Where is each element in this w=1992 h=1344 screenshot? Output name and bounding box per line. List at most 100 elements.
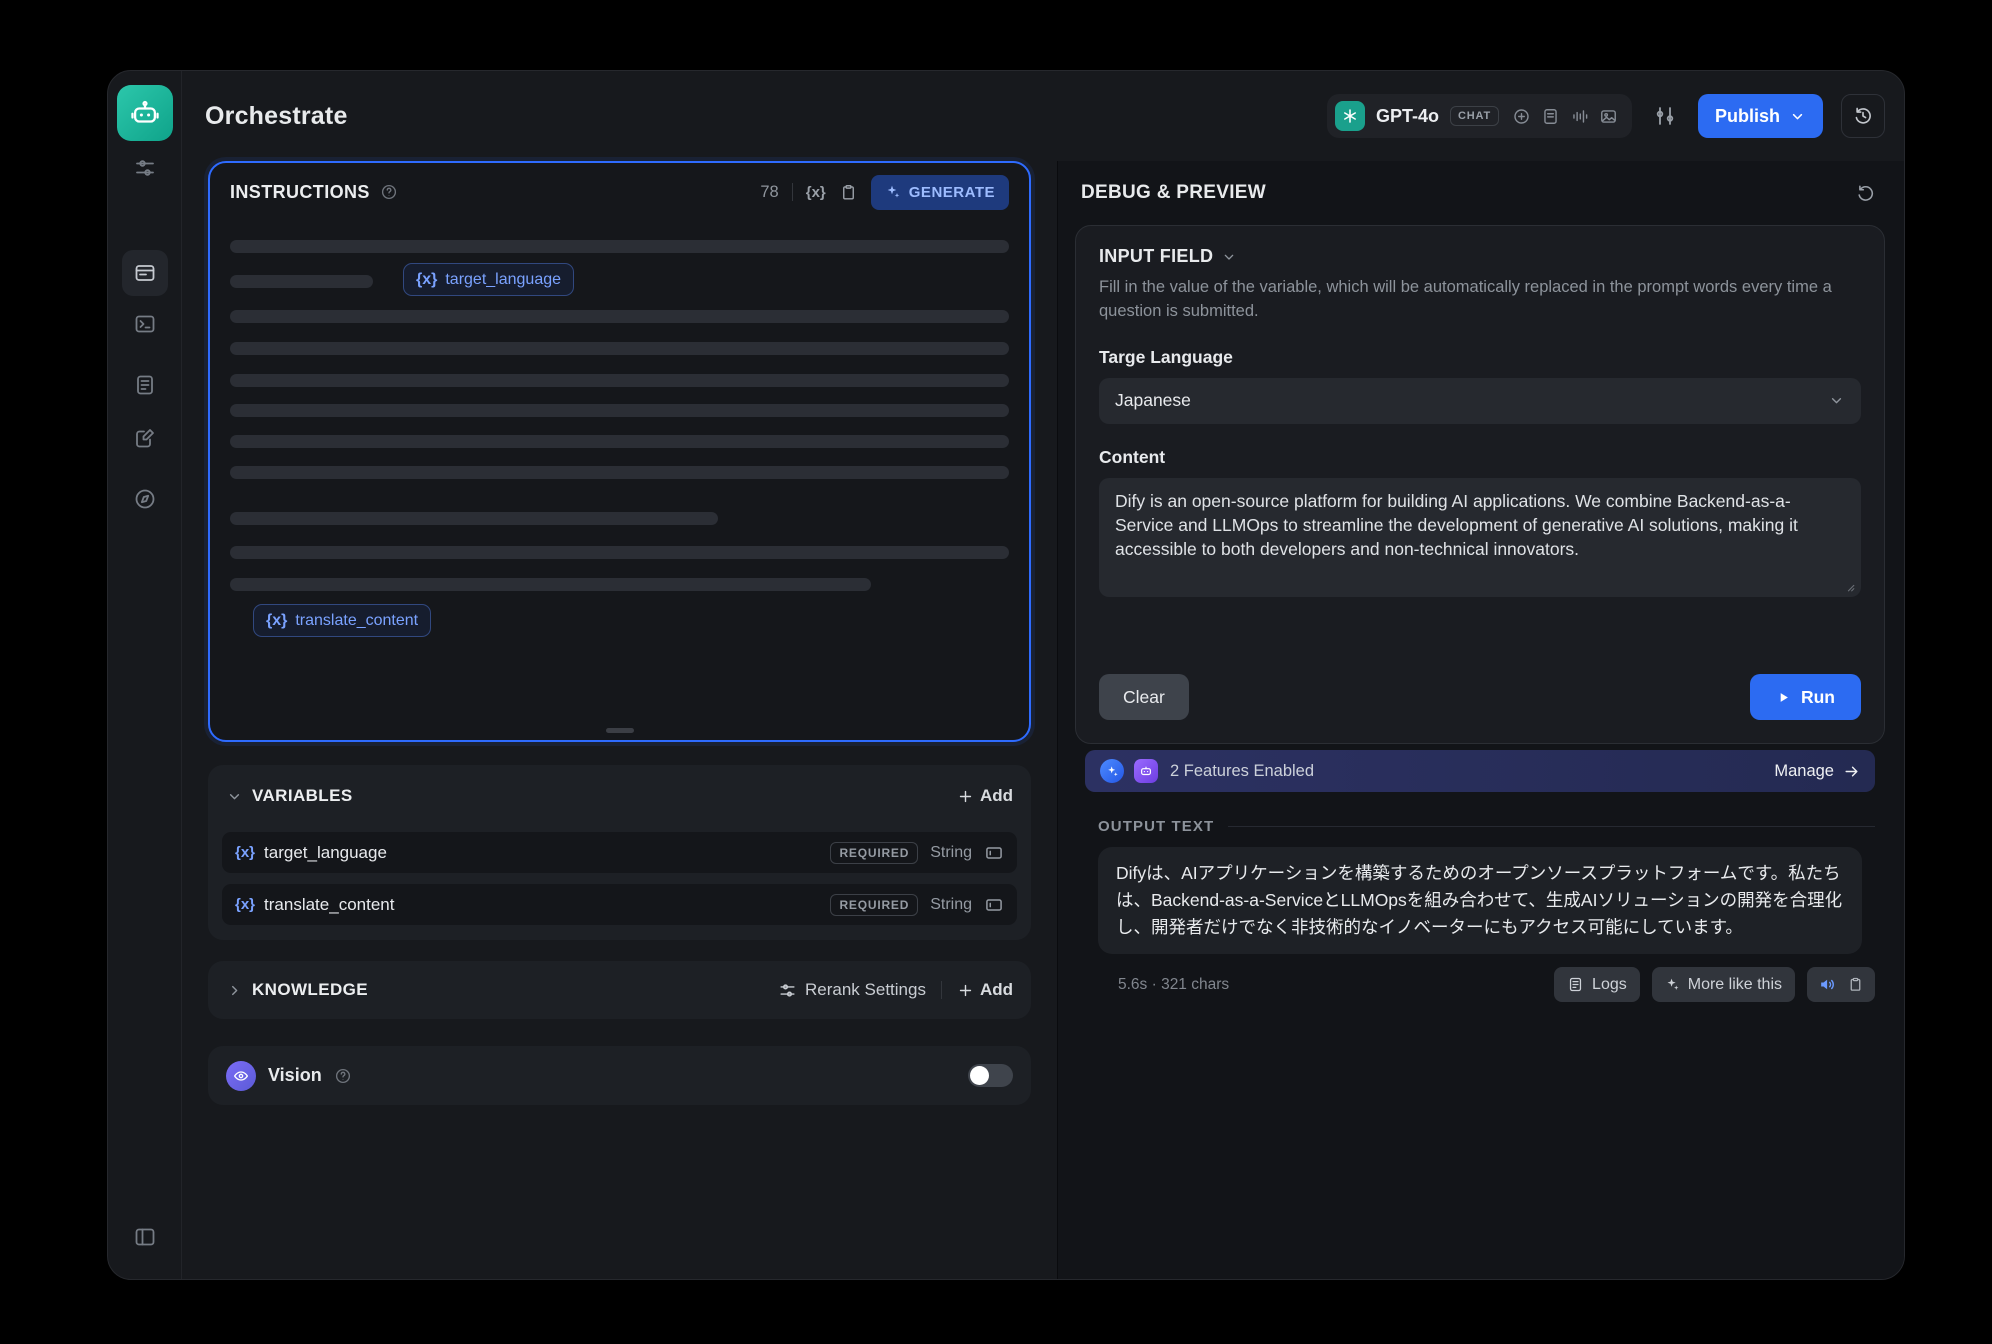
chevron-right-icon[interactable] [226, 982, 243, 999]
sidebar-item-orchestrate[interactable] [122, 250, 168, 296]
sliders-icon [778, 981, 797, 1000]
model-parameters-button[interactable] [1650, 101, 1680, 131]
run-label: Run [1801, 687, 1835, 708]
sidebar-item-monitoring[interactable] [132, 486, 158, 512]
variable-type: String [930, 844, 972, 862]
features-bar: 2 Features Enabled Manage [1085, 750, 1875, 792]
history-clock-icon [1852, 105, 1874, 127]
feature-sparkle-icon [1100, 759, 1124, 783]
variable-chip-label: translate_content [295, 612, 418, 630]
output-meta: 5.6s · 321 chars [1118, 976, 1229, 994]
run-button[interactable]: Run [1750, 674, 1861, 720]
sidebar-item-logs[interactable] [132, 372, 158, 398]
variables-section: VARIABLES Add {x} target_language REQUIR… [208, 765, 1031, 940]
logs-label: Logs [1592, 976, 1627, 994]
chevron-down-icon[interactable] [1221, 249, 1237, 265]
app-window: Orchestrate GPT-4o CHAT [107, 70, 1905, 1280]
char-count: 78 [760, 183, 778, 202]
arrow-right-icon [1843, 763, 1860, 780]
instructions-editor[interactable]: INSTRUCTIONS 78 {x} GENERATE [208, 161, 1031, 742]
add-label: Add [980, 786, 1013, 806]
clear-button[interactable]: Clear [1099, 674, 1189, 720]
sliders-icon [133, 156, 157, 180]
more-like-this-label: More like this [1688, 976, 1782, 994]
variable-chip-translate-content[interactable]: {x} translate_content [253, 604, 431, 637]
add-knowledge-button[interactable]: Add [957, 980, 1013, 1000]
add-variable-button[interactable]: Add [957, 786, 1013, 806]
rerank-settings-button[interactable]: Rerank Settings [778, 980, 926, 1000]
copy-prompt-button[interactable] [839, 183, 858, 202]
generate-label: GENERATE [909, 184, 995, 201]
copy-output-button[interactable] [1847, 976, 1864, 993]
robot-icon [129, 97, 161, 129]
sidebar-item-api[interactable] [132, 311, 158, 337]
plus-icon [957, 982, 974, 999]
variable-chip-target-language[interactable]: {x} target_language [403, 263, 574, 296]
variable-settings-icon[interactable] [984, 895, 1004, 915]
sidebar-collapse-button[interactable] [132, 1224, 158, 1250]
plus-icon [957, 788, 974, 805]
variable-row[interactable]: {x} translate_content REQUIRED String [222, 884, 1017, 925]
variable-brackets-icon: {x} [266, 612, 287, 630]
generate-button[interactable]: GENERATE [871, 175, 1009, 210]
model-name: GPT-4o [1376, 106, 1439, 127]
sparkles-icon [1665, 977, 1680, 992]
vision-capability-icon [1599, 107, 1618, 126]
skeleton-line [230, 435, 1009, 448]
chevron-down-icon [1828, 392, 1845, 409]
resize-drag-handle[interactable] [606, 728, 634, 733]
help-icon[interactable] [334, 1067, 352, 1085]
eye-icon [226, 1061, 256, 1091]
model-selector[interactable]: GPT-4o CHAT [1327, 94, 1632, 138]
skeleton-line [230, 240, 1009, 253]
sidebar-item-annotation[interactable] [132, 425, 158, 451]
skeleton-line [230, 404, 1009, 417]
skeleton-line [230, 466, 1009, 479]
logs-icon [1567, 976, 1584, 993]
feature-robot-icon [1134, 759, 1158, 783]
publish-button[interactable]: Publish [1698, 94, 1823, 138]
document-lines-icon [133, 373, 157, 397]
skeleton-line [230, 546, 1009, 559]
manage-label: Manage [1774, 762, 1834, 781]
vision-toggle[interactable] [968, 1064, 1013, 1087]
input-field-title: INPUT FIELD [1099, 246, 1213, 267]
text-to-speech-button[interactable] [1818, 975, 1837, 994]
skeleton-line [230, 512, 718, 525]
compass-icon [133, 487, 157, 511]
variable-brackets-icon: {x} [235, 844, 255, 861]
content-textarea-value: Dify is an open-source platform for buil… [1115, 491, 1798, 559]
skeleton-line [230, 374, 1009, 387]
chevron-down-icon[interactable] [226, 788, 243, 805]
features-enabled-text: 2 Features Enabled [1170, 762, 1314, 781]
more-like-this-button[interactable]: More like this [1652, 967, 1795, 1002]
sparkles-icon [885, 184, 901, 200]
output-text-label: OUTPUT TEXT [1098, 818, 1214, 835]
add-label: Add [980, 980, 1013, 1000]
variable-brackets-icon: {x} [235, 896, 255, 913]
restart-conversation-button[interactable] [1849, 177, 1881, 209]
resize-corner-icon[interactable] [1843, 580, 1856, 593]
output-text: Difyは、AIアプリケーションを構築するためのオープンソースプラットフォームで… [1116, 863, 1842, 937]
page-title: Orchestrate [205, 102, 348, 131]
app-logo[interactable] [117, 85, 173, 141]
help-icon[interactable] [380, 183, 398, 201]
app-header: Orchestrate GPT-4o CHAT [182, 71, 1904, 161]
manage-features-button[interactable]: Manage [1774, 762, 1860, 781]
chevron-down-icon [1789, 108, 1806, 125]
version-history-button[interactable] [1841, 94, 1885, 138]
sidebar-item-tune[interactable] [132, 155, 158, 181]
skeleton-line [230, 275, 373, 288]
variable-settings-icon[interactable] [984, 843, 1004, 863]
variable-row[interactable]: {x} target_language REQUIRED String [222, 832, 1017, 873]
insert-variable-button[interactable]: {x} [806, 184, 826, 201]
required-badge: REQUIRED [830, 894, 918, 916]
tool-capability-icon [1512, 107, 1531, 126]
variable-name: translate_content [264, 895, 394, 915]
skeleton-line [230, 310, 1009, 323]
collapse-panel-icon [133, 1225, 157, 1249]
terminal-icon [133, 312, 157, 336]
logs-button[interactable]: Logs [1554, 967, 1640, 1002]
language-select[interactable]: Japanese [1099, 378, 1861, 424]
content-textarea[interactable]: Dify is an open-source platform for buil… [1099, 478, 1861, 597]
